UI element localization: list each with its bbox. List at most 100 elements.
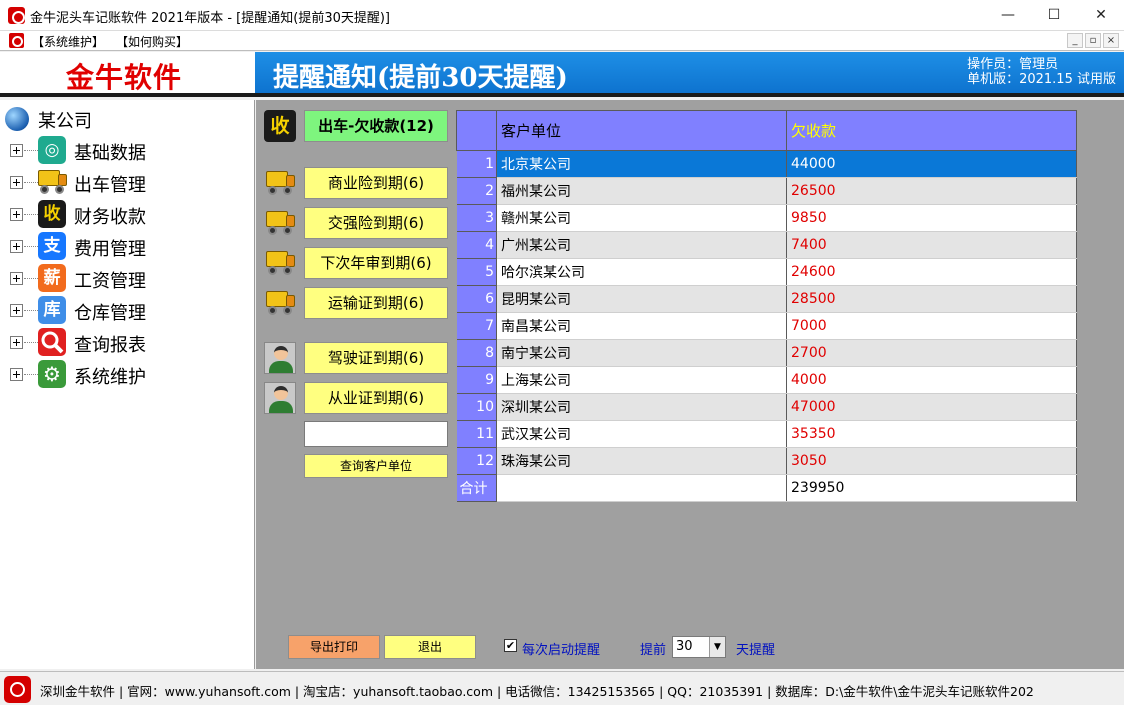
amount-cell[interactable]: 7000: [786, 312, 1077, 340]
sidebar-item-system[interactable]: ⚙ 系统维护: [10, 359, 250, 389]
outstanding-receivable-button[interactable]: 出车-欠收款(12): [304, 110, 448, 142]
row-number-cell[interactable]: 12: [456, 447, 497, 475]
expand-icon[interactable]: [10, 304, 23, 317]
amount-cell[interactable]: 47000: [786, 393, 1077, 421]
transport-permit-button[interactable]: 运输证到期(6): [304, 287, 448, 319]
row-number-cell[interactable]: 9: [456, 366, 497, 394]
advance-label: 提前: [640, 643, 667, 658]
compulsory-insurance-button[interactable]: 交强险到期(6): [304, 207, 448, 239]
expand-icon[interactable]: [10, 336, 23, 349]
chevron-down-icon[interactable]: ▼: [709, 637, 725, 657]
expand-icon[interactable]: [10, 368, 23, 381]
startup-reminder-checkbox[interactable]: ✔: [504, 639, 517, 652]
amount-cell[interactable]: 3050: [786, 447, 1077, 475]
version-label: 单机版：2021.15 试用版: [967, 72, 1116, 87]
customer-cell[interactable]: 福州某公司: [496, 177, 787, 205]
table-row[interactable]: 6 昆明某公司 28500: [456, 285, 1077, 313]
row-number-cell[interactable]: 8: [456, 339, 497, 367]
customer-cell[interactable]: 南宁某公司: [496, 339, 787, 367]
amount-cell[interactable]: 24600: [786, 258, 1077, 286]
sidebar-item-label: 查询报表: [74, 335, 146, 356]
table-row[interactable]: 3 赣州某公司 9850: [456, 204, 1077, 232]
customer-cell[interactable]: 上海某公司: [496, 366, 787, 394]
amount-cell[interactable]: 44000: [786, 150, 1077, 178]
brand-logo-area: 金牛软件: [0, 52, 255, 97]
customer-cell[interactable]: 北京某公司: [496, 150, 787, 178]
sidebar-item-warehouse[interactable]: 库 仓库管理: [10, 295, 250, 325]
row-number-cell[interactable]: 2: [456, 177, 497, 205]
table-row[interactable]: 11 武汉某公司 35350: [456, 420, 1077, 448]
mdi-app-icon[interactable]: [9, 33, 24, 48]
table-row[interactable]: 7 南昌某公司 7000: [456, 312, 1077, 340]
amount-cell[interactable]: 2700: [786, 339, 1077, 367]
amount-cell[interactable]: 35350: [786, 420, 1077, 448]
table-row[interactable]: 12 珠海某公司 3050: [456, 447, 1077, 475]
amount-cell[interactable]: 28500: [786, 285, 1077, 313]
row-number-cell[interactable]: 7: [456, 312, 497, 340]
close-button[interactable]: ✕: [1078, 0, 1124, 30]
driving-license-button[interactable]: 驾驶证到期(6): [304, 342, 448, 374]
row-number-cell[interactable]: 11: [456, 420, 497, 448]
sidebar-item-salary[interactable]: 薪 工资管理: [10, 263, 250, 293]
amount-cell[interactable]: 26500: [786, 177, 1077, 205]
sidebar-item-expenses[interactable]: 支 费用管理: [10, 231, 250, 261]
customer-cell[interactable]: 南昌某公司: [496, 312, 787, 340]
mdi-minimize-button[interactable]: _: [1067, 33, 1083, 48]
expand-icon[interactable]: [10, 176, 23, 189]
sidebar-item-label: 财务收款: [74, 207, 146, 228]
expand-icon[interactable]: [10, 144, 23, 157]
expand-icon[interactable]: [10, 240, 23, 253]
mdi-restore-button[interactable]: ▫: [1085, 33, 1101, 48]
expand-icon[interactable]: [10, 208, 23, 221]
amount-cell[interactable]: 9850: [786, 204, 1077, 232]
customer-cell[interactable]: 哈尔滨某公司: [496, 258, 787, 286]
customer-cell[interactable]: 珠海某公司: [496, 447, 787, 475]
customer-search-input[interactable]: [304, 421, 448, 447]
brand-logo: 金牛软件: [66, 61, 183, 94]
exit-button[interactable]: 退出: [384, 635, 476, 659]
row-number-cell[interactable]: 4: [456, 231, 497, 259]
commercial-insurance-button[interactable]: 商业险到期(6): [304, 167, 448, 199]
receivables-table: 客户单位 欠收款 1 北京某公司 44000 2 福州某公司 26500 3 赣州某公司 985…: [456, 110, 1077, 502]
table-row[interactable]: 4 广州某公司 7400: [456, 231, 1077, 259]
table-row[interactable]: 2 福州某公司 26500: [456, 177, 1077, 205]
reminder-days-select[interactable]: 30 ▼: [672, 636, 726, 658]
expand-icon[interactable]: [10, 272, 23, 285]
row-number-cell[interactable]: 5: [456, 258, 497, 286]
customer-cell[interactable]: 昆明某公司: [496, 285, 787, 313]
customer-cell[interactable]: 广州某公司: [496, 231, 787, 259]
qualification-certificate-button[interactable]: 从业证到期(6): [304, 382, 448, 414]
menu-system-maintenance[interactable]: 【系统维护】: [32, 33, 104, 50]
table-row[interactable]: 8 南宁某公司 2700: [456, 339, 1077, 367]
operator-label: 操作员：管理员: [967, 57, 1059, 72]
amount-cell[interactable]: 7400: [786, 231, 1077, 259]
sidebar-item-finance-receipts[interactable]: 收 财务收款: [10, 199, 250, 229]
row-number-cell[interactable]: 6: [456, 285, 497, 313]
table-row[interactable]: 9 上海某公司 4000: [456, 366, 1077, 394]
table-row[interactable]: 10 深圳某公司 47000: [456, 393, 1077, 421]
amount-cell[interactable]: 4000: [786, 366, 1077, 394]
search-customer-button[interactable]: 查询客户单位: [304, 454, 448, 478]
sidebar-item-basic-data[interactable]: ◎ 基础数据: [10, 135, 250, 165]
truck-icon: [264, 288, 296, 318]
menu-how-to-buy[interactable]: 【如何购买】: [116, 33, 188, 50]
annual-inspection-button[interactable]: 下次年审到期(6): [304, 247, 448, 279]
table-row[interactable]: 5 哈尔滨某公司 24600: [456, 258, 1077, 286]
export-print-button[interactable]: 导出打印: [288, 635, 380, 659]
sidebar-item-label: 系统维护: [74, 367, 146, 388]
minimize-button[interactable]: —: [985, 0, 1031, 30]
row-number-cell[interactable]: 10: [456, 393, 497, 421]
customer-cell[interactable]: 武汉某公司: [496, 420, 787, 448]
maximize-button[interactable]: ☐: [1031, 0, 1077, 30]
sidebar-item-dispatch[interactable]: 出车管理: [10, 167, 250, 197]
table-row[interactable]: 1 北京某公司 44000: [456, 150, 1077, 178]
row-number-cell[interactable]: 3: [456, 204, 497, 232]
customer-column-header[interactable]: 客户单位: [496, 110, 787, 151]
row-number-cell[interactable]: 1: [456, 150, 497, 178]
sidebar-item-reports[interactable]: 查询报表: [10, 327, 250, 357]
mdi-close-button[interactable]: ×: [1103, 33, 1119, 48]
customer-cell[interactable]: 赣州某公司: [496, 204, 787, 232]
customer-cell[interactable]: 深圳某公司: [496, 393, 787, 421]
driver-icon: [264, 342, 296, 374]
amount-column-header[interactable]: 欠收款: [786, 110, 1077, 151]
